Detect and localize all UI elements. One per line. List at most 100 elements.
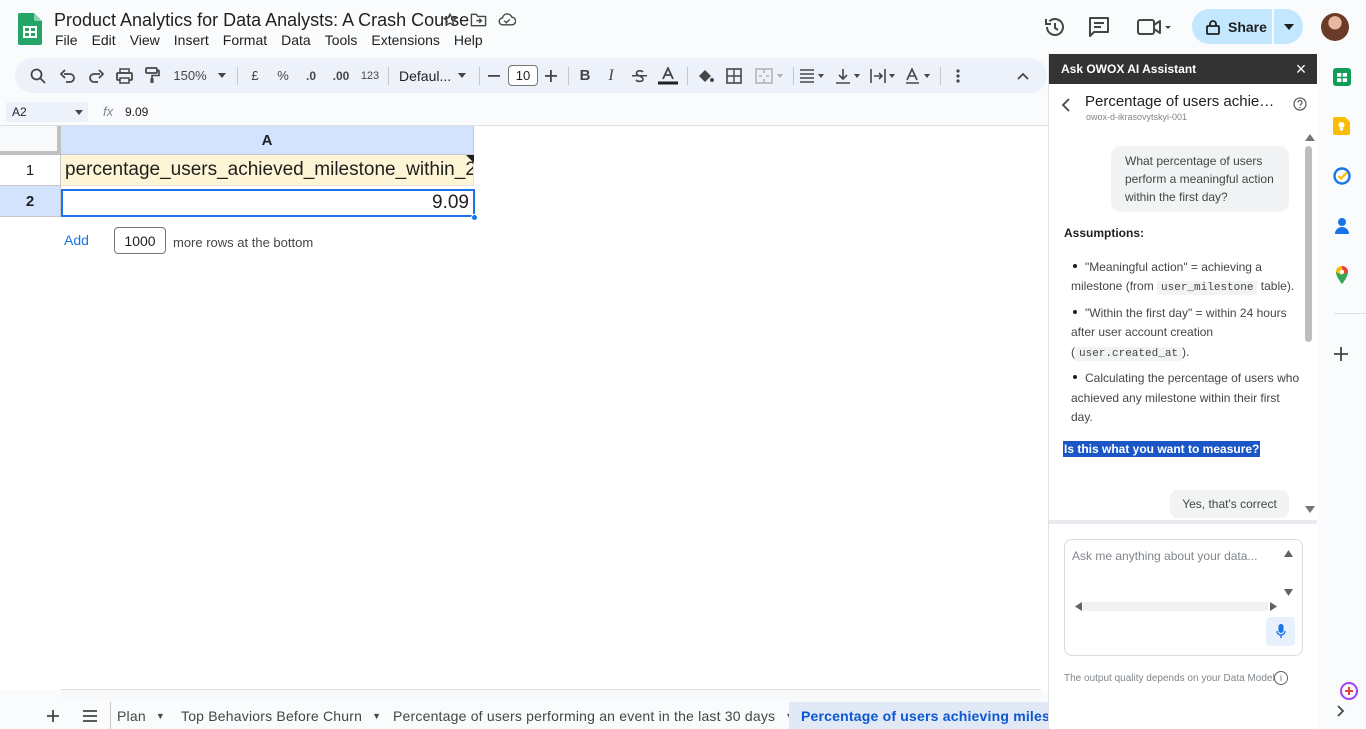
input-scroll-up-icon[interactable]: [1284, 550, 1293, 557]
name-box[interactable]: A2: [6, 102, 88, 122]
text-wrapping-icon[interactable]: [869, 58, 899, 93]
share-dropdown-button[interactable]: [1274, 9, 1303, 44]
cell-note-marker: [466, 155, 474, 163]
tasks-icon[interactable]: [1333, 167, 1351, 185]
cell-a1[interactable]: percentage_users_achieved_milestone_with…: [61, 155, 474, 186]
input-scroll-down-icon[interactable]: [1284, 589, 1293, 596]
menu-format[interactable]: Format: [216, 32, 274, 48]
sheets-addon-icon[interactable]: [1333, 68, 1351, 86]
column-header-a[interactable]: A: [61, 126, 474, 155]
chevron-down-icon[interactable]: ▼: [156, 711, 165, 721]
sheets-logo-icon[interactable]: [18, 13, 42, 45]
keep-icon[interactable]: [1333, 117, 1351, 135]
gemini-icon[interactable]: [1340, 682, 1358, 700]
menu-extensions[interactable]: Extensions: [364, 32, 446, 48]
cell-a2[interactable]: 9.09: [61, 189, 475, 217]
decrease-font-size-icon[interactable]: [485, 58, 503, 93]
assumption-item: "Meaningful action" = achieving a milest…: [1071, 258, 1300, 299]
document-title[interactable]: Product Analytics for Data Analysts: A C…: [54, 10, 469, 31]
zoom-select[interactable]: 150%: [171, 58, 209, 93]
chevron-down-icon[interactable]: [215, 58, 229, 93]
print-icon[interactable]: [113, 58, 135, 93]
cloud-saved-icon[interactable]: [498, 12, 516, 30]
assumption-text: Calculating the percentage of users who …: [1071, 371, 1300, 424]
all-sheets-icon[interactable]: [82, 710, 98, 722]
user-message: What percentage of users perform a meani…: [1111, 146, 1289, 212]
fill-handle[interactable]: [471, 214, 478, 221]
sheet-tab-top-behaviors[interactable]: Top Behaviors Before Churn ▼: [181, 702, 381, 729]
contacts-icon[interactable]: [1333, 217, 1351, 235]
panel-scrollbar[interactable]: [1305, 146, 1312, 342]
font-size-input[interactable]: 10: [508, 65, 538, 86]
increase-font-size-icon[interactable]: [542, 58, 560, 93]
vertical-align-icon[interactable]: [834, 58, 864, 93]
toolbar-divider: [687, 67, 688, 85]
share-button[interactable]: Share: [1192, 9, 1272, 44]
input-scroll-right-icon[interactable]: [1270, 602, 1277, 611]
get-addons-icon[interactable]: [1333, 346, 1351, 364]
chevron-down-icon[interactable]: [455, 58, 469, 93]
assistant-message: Assumptions: "Meaningful action" = achie…: [1063, 224, 1300, 459]
input-horizontal-scrollbar[interactable]: [1083, 602, 1268, 611]
redo-icon[interactable]: [85, 58, 107, 93]
maps-icon[interactable]: [1333, 266, 1351, 284]
menu-insert[interactable]: Insert: [167, 32, 216, 48]
row-header-1[interactable]: 1: [0, 155, 61, 186]
paint-format-icon[interactable]: [141, 58, 163, 93]
menu-tools[interactable]: Tools: [318, 32, 365, 48]
search-menus-icon[interactable]: [27, 58, 49, 93]
menu-help[interactable]: Help: [447, 32, 490, 48]
menu-file[interactable]: File: [48, 32, 85, 48]
chevron-down-icon[interactable]: ▼: [372, 711, 381, 721]
input-scroll-left-icon[interactable]: [1075, 602, 1082, 611]
merge-cells-icon[interactable]: [752, 58, 788, 93]
avatar[interactable]: [1321, 13, 1349, 41]
text-color-icon[interactable]: [657, 58, 679, 93]
sheet-tab-label: Plan: [117, 707, 146, 724]
select-all-corner[interactable]: [0, 126, 61, 155]
bold-icon[interactable]: B: [575, 58, 595, 93]
undo-icon[interactable]: [57, 58, 79, 93]
meet-icon[interactable]: [1136, 16, 1176, 38]
fill-color-icon[interactable]: [694, 58, 716, 93]
decrease-decimals-button[interactable]: .0: [300, 58, 322, 93]
info-icon[interactable]: i: [1274, 671, 1288, 685]
show-side-panel-icon[interactable]: [1337, 705, 1345, 717]
sheet-tab-event-30-days[interactable]: Percentage of users performing an event …: [393, 702, 794, 729]
panel-scroll-down-icon[interactable]: [1305, 506, 1315, 513]
add-rows-count-input[interactable]: 1000: [114, 227, 166, 254]
horizontal-scrollbar[interactable]: [61, 689, 1041, 701]
add-rows-button[interactable]: Add: [64, 232, 89, 248]
menu-view[interactable]: View: [123, 32, 167, 48]
add-sheet-icon[interactable]: [46, 709, 60, 723]
version-history-icon[interactable]: [1043, 15, 1067, 39]
close-icon[interactable]: ×: [1292, 60, 1310, 78]
borders-icon[interactable]: [723, 58, 745, 93]
text-rotation-icon[interactable]: [904, 58, 934, 93]
vertical-scrollbar[interactable]: [1038, 126, 1048, 689]
currency-format-button[interactable]: £: [245, 58, 265, 93]
increase-decimals-button[interactable]: .00: [328, 58, 354, 93]
horizontal-align-icon[interactable]: [798, 58, 828, 93]
chat-subtitle: owox-d-ikrasovytskyi-001: [1086, 112, 1188, 122]
comments-icon[interactable]: [1087, 15, 1111, 39]
percent-format-button[interactable]: %: [273, 58, 293, 93]
menu-edit[interactable]: Edit: [85, 32, 123, 48]
number-format-button[interactable]: 123: [358, 58, 382, 93]
italic-icon[interactable]: I: [601, 58, 621, 93]
assumption-item: Calculating the percentage of users who …: [1071, 369, 1300, 428]
move-folder-icon[interactable]: [470, 12, 488, 30]
formula-input[interactable]: 9.09: [125, 105, 148, 119]
strikethrough-icon[interactable]: [629, 58, 649, 93]
row-header-2[interactable]: 2: [0, 186, 61, 217]
panel-scroll-up-icon[interactable]: [1305, 134, 1315, 141]
menu-data[interactable]: Data: [274, 32, 318, 48]
star-icon[interactable]: [442, 12, 460, 30]
sheet-tab-plan[interactable]: Plan ▼: [110, 702, 165, 729]
toolbar-divider: [568, 67, 569, 85]
more-options-icon[interactable]: [948, 58, 968, 93]
back-icon[interactable]: [1061, 98, 1071, 112]
microphone-button[interactable]: [1266, 617, 1295, 646]
chevron-up-icon[interactable]: [1013, 58, 1033, 93]
help-icon[interactable]: [1293, 97, 1307, 111]
